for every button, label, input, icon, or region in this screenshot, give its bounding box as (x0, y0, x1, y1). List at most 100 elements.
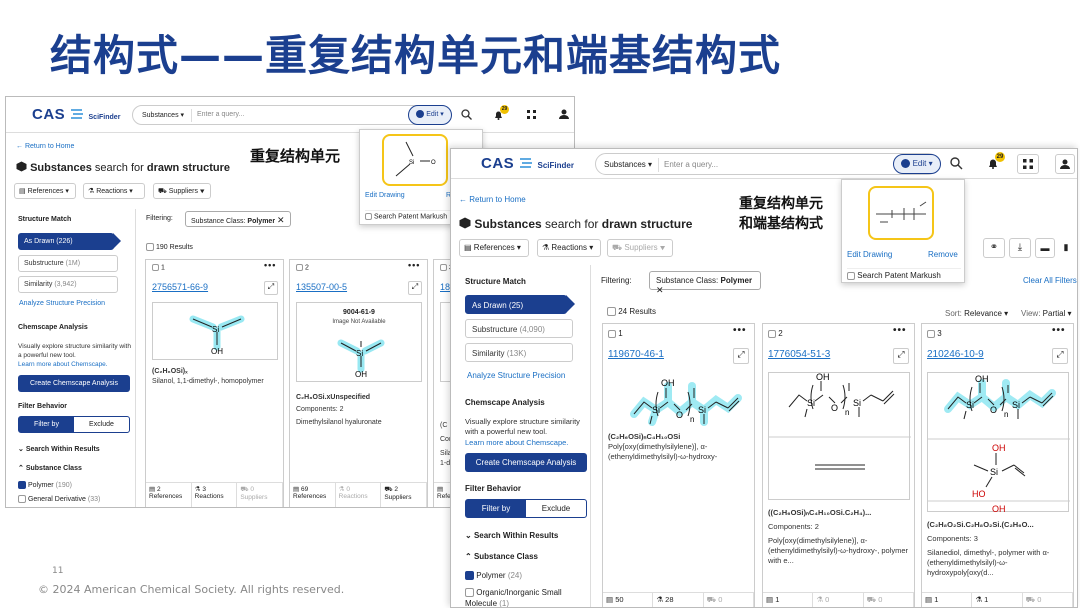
return-home-link[interactable]: ← Return to Home (16, 143, 74, 150)
reactions-button[interactable]: ⚗ Reactions ▾ (537, 239, 601, 257)
create-chemscape-button[interactable]: Create Chemscape Analysis (18, 375, 130, 392)
structure-image[interactable]: Si OH (152, 302, 278, 360)
chemscape-learn-more-link[interactable]: Learn more about Chemscape. (18, 361, 108, 368)
result-card[interactable]: 1 ••• 119670-46-1 ⤢ Si Si O OH n (C₂H₆OS… (602, 323, 755, 607)
result-card[interactable]: 1 ••• 2756571-66-9 ⤢ Si OH (C₂H₆OSi)ₓ Si… (145, 259, 284, 507)
facet-as-drawn[interactable]: As Drawn (226) (18, 233, 114, 250)
remove-link[interactable]: Remove (928, 250, 958, 259)
exclude-option[interactable]: Exclude (74, 417, 129, 432)
suppliers-button[interactable]: ⛟ Suppliers ▾ (153, 183, 211, 199)
more-options-icon[interactable]: ••• (1052, 325, 1066, 336)
search-within-results[interactable]: ⌄ Search Within Results (465, 531, 558, 540)
more-options-icon[interactable]: ••• (893, 325, 907, 336)
analyze-precision-link[interactable]: Analyze Structure Precision (19, 300, 105, 307)
expand-icon[interactable]: ⤢ (1052, 348, 1068, 364)
sort-control[interactable]: Sort: Relevance ▾ (945, 309, 1008, 318)
search-within-results[interactable]: ⌄ Search Within Results (18, 445, 100, 453)
view-control[interactable]: View: Partial ▾ (1021, 309, 1072, 318)
substance-class-heading[interactable]: ⌃ Substance Class (18, 464, 82, 472)
suppliers-count[interactable]: ⛟ 0 (1023, 593, 1073, 607)
cas-number-link[interactable]: 119670-46-1 (608, 349, 664, 360)
edit-button[interactable]: Edit ▾ (408, 105, 452, 125)
result-card[interactable]: 2 ••• 135507-00-5 ⤢ 9004-61-9 Image Not … (289, 259, 428, 507)
user-icon[interactable] (559, 109, 569, 119)
cas-number-link[interactable]: 2756571-66-9 (152, 282, 208, 292)
reactions-count[interactable]: ⚗ 0 Reactions (336, 483, 382, 507)
cas-number-link[interactable]: 210246-10-9 (927, 349, 984, 360)
exclude-option[interactable]: Exclude (526, 500, 586, 517)
substance-class-heading[interactable]: ⌃ Substance Class (465, 552, 538, 561)
filter-by-option[interactable]: Filter by (466, 500, 526, 517)
search-patent-markush[interactable]: Search Patent Markush (847, 268, 961, 280)
search-input[interactable]: Enter a query... (664, 160, 718, 169)
facet-similarity[interactable]: Similarity (3,942) (18, 276, 118, 293)
filter-by-option[interactable]: Filter by (19, 417, 74, 432)
highlighted-structure[interactable] (868, 186, 934, 240)
result-card[interactable]: 2 ••• 1776054-51-3 ⤢ Si Si O OH n ((C₂H₆… (762, 323, 915, 607)
reactions-count[interactable]: ⚗ 0 (813, 593, 864, 607)
more-options-icon[interactable]: ••• (733, 325, 747, 336)
expand-icon[interactable]: ⤢ (893, 348, 909, 364)
highlighted-structure[interactable]: Si O (382, 134, 448, 186)
suppliers-count[interactable]: ⛟ 0 Suppliers (237, 483, 284, 507)
bookmark-button[interactable]: ▮ (1057, 238, 1075, 258)
structure-image[interactable]: Si Si O OH n (768, 372, 911, 500)
reactions-count[interactable]: ⚗ 1 (972, 593, 1023, 607)
references-button[interactable]: ▤ References ▾ (14, 183, 76, 199)
edit-drawing-link[interactable]: Edit Drawing (365, 192, 405, 199)
facet-substructure[interactable]: Substructure (1M) (18, 255, 118, 272)
compare-button[interactable]: ⚭ (983, 238, 1005, 258)
suppliers-count[interactable]: ⛟ 0 (864, 593, 914, 607)
facet-substructure[interactable]: Substructure (4,090) (465, 319, 573, 338)
structure-image[interactable]: Si Si O OH n (608, 372, 752, 428)
create-chemscape-button[interactable]: Create Chemscape Analysis (465, 453, 587, 472)
references-count[interactable]: ▤ 1 (763, 593, 814, 607)
structure-image[interactable]: Si Si O OH n OH Si HO OH (927, 372, 1070, 514)
edit-drawing-link[interactable]: Edit Drawing (847, 250, 892, 259)
references-count[interactable]: ▤ 69 References (290, 483, 336, 507)
filter-small-molecule[interactable]: Organic/Inorganic Small Molecule (1) (465, 587, 589, 607)
references-count[interactable]: ▤ 1 (922, 593, 973, 607)
search-input[interactable]: Enter a query... (197, 111, 244, 118)
edit-button[interactable]: Edit ▾ (893, 154, 941, 174)
references-count[interactable]: ▤ 50 (603, 593, 654, 607)
filter-chip[interactable]: Substance Class: Polymer ✕ (649, 271, 761, 295)
filter-polymer[interactable]: Polymer (190) (18, 481, 72, 489)
filter-chip[interactable]: Substance Class: Polymer ✕ (185, 211, 291, 227)
cas-number-link[interactable]: 1776054-51-3 (768, 349, 830, 360)
substances-dropdown[interactable]: Substances ▾ (142, 111, 184, 119)
search-icon[interactable] (461, 109, 472, 120)
expand-icon[interactable]: ⤢ (264, 281, 278, 295)
reactions-button[interactable]: ⚗ Reactions ▾ (83, 183, 145, 199)
result-card[interactable]: 3 ••• 210246-10-9 ⤢ Si Si O OH n OH Si H… (921, 323, 1074, 607)
apps-grid-button[interactable] (1017, 154, 1039, 174)
suppliers-count[interactable]: ⛟ 2 Suppliers (381, 483, 428, 507)
expand-icon[interactable]: ⤢ (733, 348, 749, 364)
chemscape-learn-more-link[interactable]: Learn more about Chemscape. (465, 438, 568, 447)
more-options-icon[interactable]: ••• (264, 260, 276, 270)
expand-icon[interactable]: ⤢ (408, 281, 422, 295)
substances-dropdown[interactable]: Substances ▾ (604, 160, 652, 169)
apps-grid-icon[interactable] (527, 110, 536, 119)
references-count[interactable]: ▤ 2 References (146, 483, 192, 507)
facet-similarity[interactable]: Similarity (13K) (465, 343, 573, 362)
filter-polymer[interactable]: Polymer (24) (465, 571, 522, 581)
suppliers-button[interactable]: ⛟ Suppliers ▾ (607, 239, 673, 257)
suppliers-count[interactable]: ⛟ 0 (704, 593, 754, 607)
more-options-icon[interactable]: ••• (408, 260, 420, 270)
reactions-count[interactable]: ⚗ 3 Reactions (192, 483, 238, 507)
cas-number-link[interactable]: 135507-00-5 (296, 282, 347, 292)
references-button[interactable]: ▤ References ▾ (459, 239, 529, 257)
download-button[interactable]: ⤓ (1009, 238, 1031, 258)
return-home-link[interactable]: ← Return to Home (459, 195, 526, 204)
reactions-count[interactable]: ⚗ 28 (653, 593, 704, 607)
clear-all-filters-link[interactable]: Clear All Filters (1023, 276, 1077, 285)
cas-logo[interactable]: CAS SciFinder (481, 155, 574, 172)
search-icon[interactable] (950, 157, 963, 170)
analyze-precision-link[interactable]: Analyze Structure Precision (467, 371, 565, 380)
facet-as-drawn[interactable]: As Drawn (25) (465, 295, 567, 314)
user-button[interactable] (1055, 154, 1075, 174)
structure-image[interactable]: 9004-61-9 Image Not Available Si OH (296, 302, 422, 382)
folder-button[interactable]: ▬ (1035, 238, 1055, 258)
cas-logo[interactable]: CAS SciFinder (32, 106, 120, 123)
